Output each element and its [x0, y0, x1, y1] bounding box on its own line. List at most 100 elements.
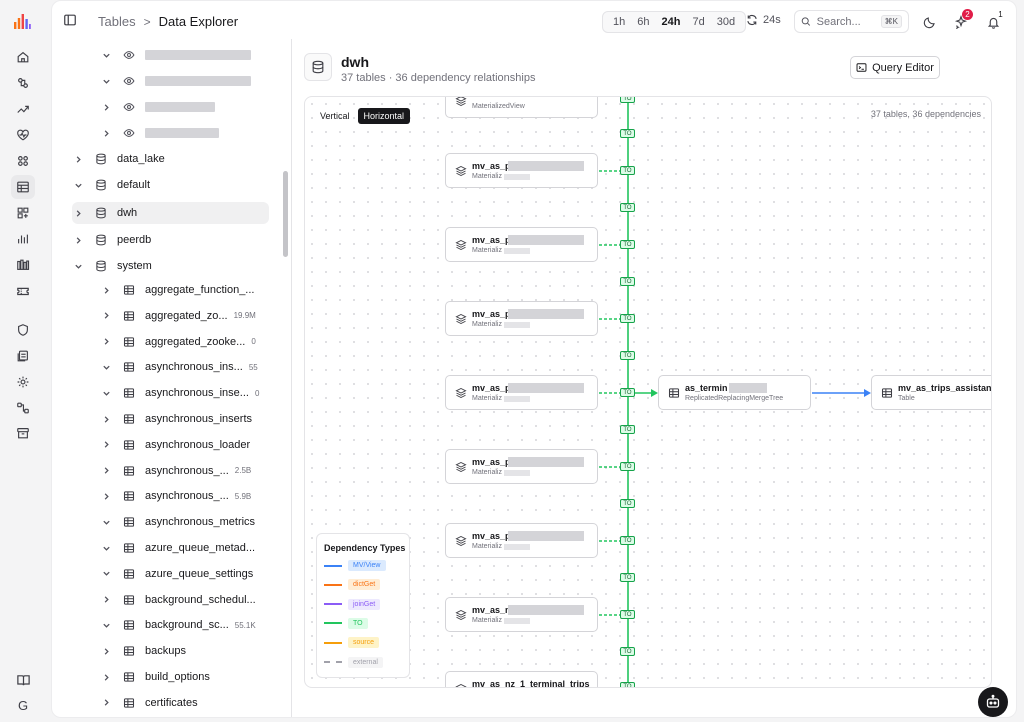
tree-table-item[interactable]: asynchronous_ins... 55 — [100, 355, 258, 379]
tree-scrollbar[interactable] — [283, 171, 288, 257]
chevron-right-icon[interactable] — [100, 671, 112, 683]
graph-node-materialized-view[interactable]: mv_as_p Materializ — [445, 227, 598, 262]
chevron-right-icon[interactable] — [100, 439, 112, 451]
time-range-24h[interactable]: 24h — [656, 13, 687, 31]
tree-table-item[interactable]: asynchronous_loader — [100, 433, 250, 457]
docs-book-icon[interactable] — [11, 668, 35, 692]
chevron-down-icon[interactable] — [100, 75, 112, 87]
graph-node-materialized-view[interactable]: mv_as_nz_1_terminal_trips — [445, 671, 598, 687]
nav-grid-chart-icon[interactable] — [11, 253, 35, 277]
graph-node-materialized-view[interactable]: MaterializedView — [445, 97, 598, 118]
nav-ticket-icon[interactable] — [11, 279, 35, 303]
panel-divider[interactable] — [291, 39, 292, 717]
nav-bar-chart-icon[interactable] — [11, 227, 35, 251]
chevron-down-icon[interactable] — [72, 260, 84, 272]
chevron-right-icon[interactable] — [100, 413, 112, 425]
tree-database-dwh[interactable]: dwh — [72, 202, 269, 224]
tree-item-redacted[interactable] — [100, 121, 219, 145]
chevron-right-icon[interactable] — [72, 207, 84, 219]
tree-table-item[interactable]: aggregate_function_... — [100, 278, 254, 302]
nav-home-icon[interactable] — [11, 45, 35, 69]
tree-table-item[interactable]: aggregated_zo... 19.9M — [100, 304, 256, 328]
tree-database-data_lake[interactable]: data_lake — [72, 147, 269, 171]
chevron-right-icon[interactable] — [100, 284, 112, 296]
chevron-down-icon[interactable] — [100, 361, 112, 373]
assistant-bot-button[interactable] — [978, 687, 1008, 717]
chevron-right-icon[interactable] — [100, 697, 112, 709]
tree-item-redacted[interactable] — [100, 43, 251, 67]
tree-database-peerdb[interactable]: peerdb — [72, 228, 269, 252]
time-range-7d[interactable]: 7d — [686, 13, 710, 31]
tree-table-item[interactable]: azure_queue_metad... — [100, 536, 255, 560]
search-box[interactable]: ⌘K — [794, 10, 909, 33]
tree-item-redacted[interactable] — [100, 95, 215, 119]
tree-table-item[interactable]: background_sc... 55.1K — [100, 613, 256, 637]
graph-node-materialized-view[interactable]: mv_as_n Materializ — [445, 597, 598, 632]
tree-table-item[interactable]: azure_queue_settings — [100, 562, 253, 586]
orientation-vertical[interactable]: Vertical — [314, 108, 356, 124]
time-range-1h[interactable]: 1h — [607, 13, 631, 31]
tree-item-redacted[interactable] — [100, 69, 251, 93]
tree-table-item[interactable]: aggregated_zooke... 0 — [100, 330, 256, 354]
graph-node-materialized-view[interactable]: mv_as_p Materializ — [445, 449, 598, 484]
sidebar-toggle-icon[interactable] — [63, 13, 79, 29]
tree-database-default[interactable]: default — [72, 173, 269, 197]
nav-shield-icon[interactable] — [11, 318, 35, 342]
tree-table-item[interactable]: certificates — [100, 691, 198, 715]
nav-plugs-icon[interactable] — [11, 71, 35, 95]
chevron-down-icon[interactable] — [100, 516, 112, 528]
tree-table-item[interactable]: backups — [100, 639, 186, 663]
chevron-right-icon[interactable] — [100, 490, 112, 502]
tree-table-item[interactable]: asynchronous_inserts — [100, 407, 252, 431]
nav-archive-icon[interactable] — [11, 421, 35, 445]
nav-health-icon[interactable] — [11, 123, 35, 147]
chevron-right-icon[interactable] — [100, 594, 112, 606]
tree-table-item[interactable]: asynchronous_... 5.9B — [100, 484, 251, 508]
chevron-right-icon[interactable] — [100, 336, 112, 348]
nav-settings-icon[interactable] — [11, 370, 35, 394]
chevron-right-icon[interactable] — [100, 127, 112, 139]
graph-node-materialized-view[interactable]: mv_as_p Materializ — [445, 153, 598, 188]
theme-toggle-moon-icon[interactable] — [921, 14, 937, 30]
graph-node-table[interactable]: mv_as_trips_assistant Table — [871, 375, 991, 410]
nav-dashboard-icon[interactable] — [11, 149, 35, 173]
tree-table-item[interactable]: asynchronous_... 2.5B — [100, 459, 251, 483]
chevron-down-icon[interactable] — [100, 387, 112, 399]
chevron-right-icon[interactable] — [100, 101, 112, 113]
tree-table-item[interactable]: build_options — [100, 665, 210, 689]
search-input[interactable] — [816, 15, 875, 28]
tree-table-item[interactable]: asynchronous_metrics — [100, 510, 255, 534]
orientation-horizontal[interactable]: Horizontal — [357, 108, 411, 124]
time-range-6h[interactable]: 6h — [631, 13, 655, 31]
graph-node-materialized-view[interactable]: mv_as_p Materializ — [445, 523, 598, 558]
tree-table-item[interactable]: background_schedul... — [100, 588, 256, 612]
graph-node-target-table[interactable]: as_termin ReplicatedReplacingMergeTree — [658, 375, 811, 410]
tree-database-system[interactable]: system — [72, 254, 269, 278]
app-logo-icon[interactable] — [13, 12, 31, 30]
user-avatar[interactable]: G — [11, 694, 35, 716]
dependency-graph[interactable]: Vertical Horizontal 37 tables, 36 depende… — [304, 96, 992, 688]
chevron-down-icon[interactable] — [100, 49, 112, 61]
tree-table-item[interactable]: asynchronous_inse... 0 — [100, 381, 259, 405]
chevron-down-icon[interactable] — [100, 619, 112, 631]
breadcrumb-tables-link[interactable]: Tables — [98, 14, 136, 29]
graph-node-materialized-view[interactable]: mv_as_p Materializ — [445, 301, 598, 336]
chevron-right-icon[interactable] — [72, 234, 84, 246]
chevron-right-icon[interactable] — [100, 645, 112, 657]
nav-blocks-icon[interactable] — [11, 201, 35, 225]
chevron-down-icon[interactable] — [100, 568, 112, 580]
nav-tables-icon[interactable] — [11, 175, 35, 199]
redacted-node-name — [508, 383, 584, 393]
nav-trending-icon[interactable] — [11, 97, 35, 121]
chevron-right-icon[interactable] — [100, 465, 112, 477]
chevron-down-icon[interactable] — [72, 179, 84, 191]
nav-flow-icon[interactable] — [11, 396, 35, 420]
refresh-control[interactable]: 24s — [746, 14, 781, 26]
nav-logs-icon[interactable] — [11, 344, 35, 368]
chevron-right-icon[interactable] — [100, 310, 112, 322]
graph-node-materialized-view[interactable]: mv_as_p Materializ — [445, 375, 598, 410]
chevron-right-icon[interactable] — [72, 153, 84, 165]
chevron-down-icon[interactable] — [100, 542, 112, 554]
time-range-30d[interactable]: 30d — [711, 13, 741, 31]
query-editor-button[interactable]: Query Editor — [850, 56, 940, 79]
